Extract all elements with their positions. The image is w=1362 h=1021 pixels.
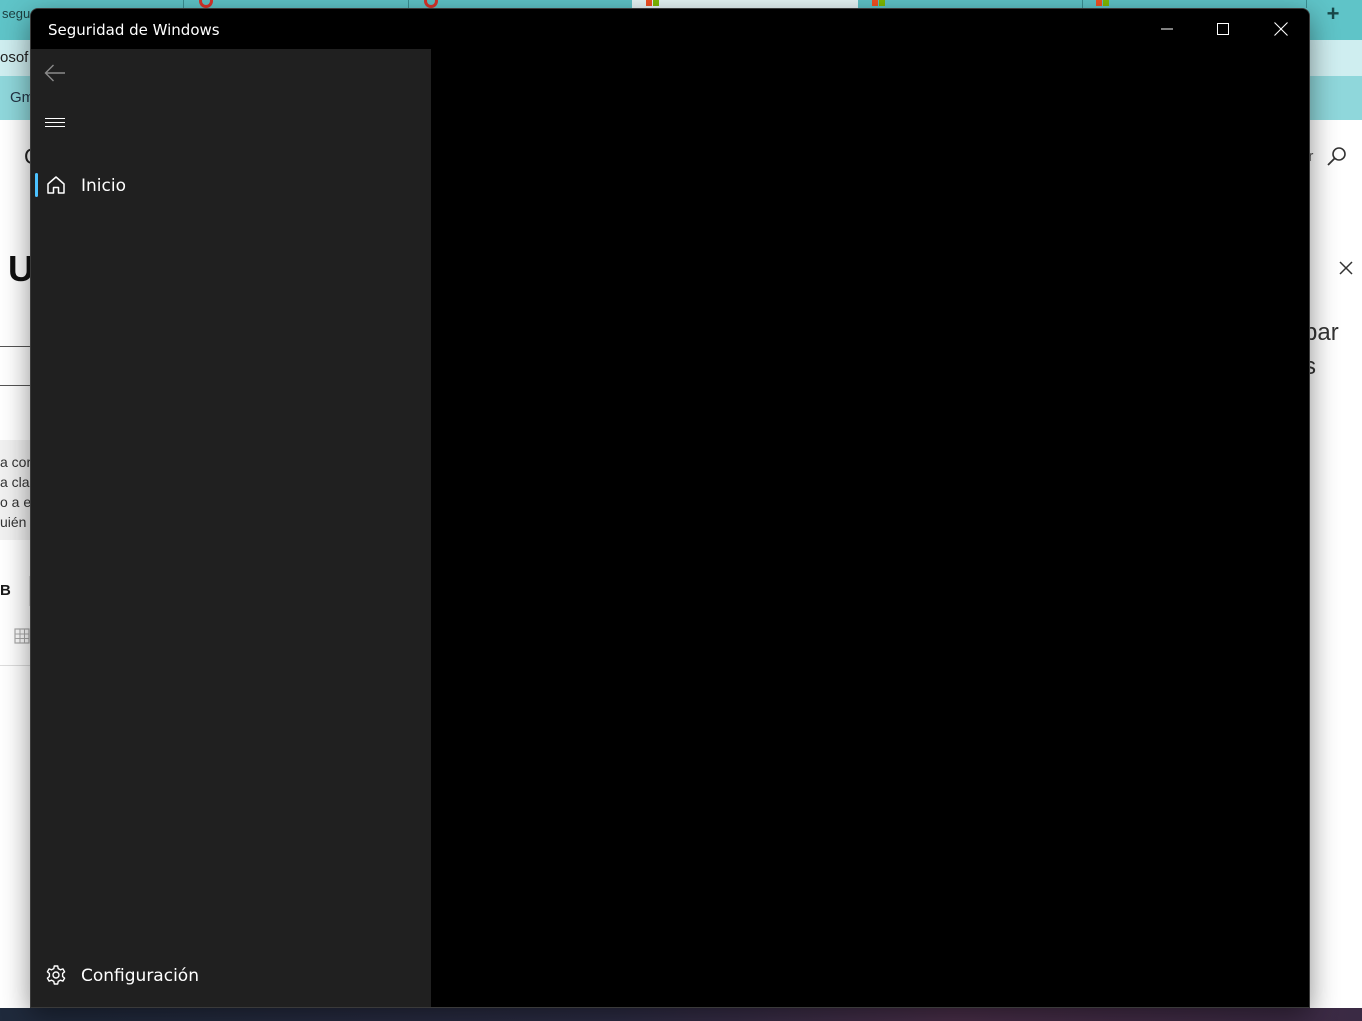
back-arrow-icon: [44, 64, 65, 82]
divider: [0, 346, 30, 347]
browser-tab-label: segu: [2, 6, 31, 21]
opera-favicon-icon: [199, 0, 213, 8]
nav-item-label: Configuración: [81, 966, 199, 986]
paragraph-line: a cla: [0, 474, 30, 490]
paragraph-line: o a e: [0, 494, 30, 510]
table-icon[interactable]: [14, 628, 30, 644]
close-icon: [1274, 22, 1288, 36]
paragraph-fragment: a cor a cla o a e uién: [0, 440, 30, 540]
opera-favicon-icon: [424, 0, 438, 8]
home-icon: [47, 176, 65, 194]
tab-separator: [1306, 0, 1307, 8]
taskbar: [0, 1008, 1362, 1021]
nav-item-home[interactable]: Inicio: [35, 165, 425, 205]
close-icon[interactable]: [1338, 260, 1354, 276]
window-title: Seguridad de Windows: [48, 21, 220, 39]
browser-tab[interactable]: [408, 0, 632, 8]
divider: [0, 385, 30, 386]
windows-security-window: Seguridad de Windows Inicio Configuració…: [30, 8, 1310, 1008]
browser-tab[interactable]: [858, 0, 1082, 8]
content-pane: [431, 49, 1309, 1007]
nav-item-settings[interactable]: Configuración: [35, 955, 425, 995]
menu-button[interactable]: [35, 104, 75, 144]
divider: [0, 665, 30, 666]
bold-button[interactable]: B: [0, 576, 30, 606]
microsoft-favicon-icon: [1096, 0, 1110, 8]
maximize-icon: [1217, 23, 1229, 35]
maximize-button[interactable]: [1195, 9, 1251, 49]
browser-tab[interactable]: [1082, 0, 1306, 8]
microsoft-favicon-icon: [872, 0, 886, 8]
gear-icon: [46, 965, 66, 985]
browser-tab[interactable]: [183, 0, 408, 8]
minimize-button[interactable]: [1139, 9, 1195, 49]
microsoft-favicon-icon: [646, 0, 660, 8]
search-icon[interactable]: [1326, 146, 1348, 168]
close-button[interactable]: [1253, 9, 1309, 49]
hamburger-menu-icon: [45, 117, 65, 128]
address-text: osof: [0, 49, 29, 66]
browser-tab[interactable]: segu: [0, 0, 183, 21]
back-button[interactable]: [35, 53, 75, 93]
minimize-icon: [1161, 28, 1173, 30]
paragraph-line: uién: [0, 514, 27, 530]
navigation-pane: Inicio Configuración: [31, 49, 431, 1007]
paragraph-line: a cor: [0, 454, 30, 470]
title-bar[interactable]: Seguridad de Windows: [31, 9, 1309, 49]
new-tab-plus-icon[interactable]: +: [1318, 2, 1348, 26]
nav-item-label: Inicio: [81, 176, 126, 196]
browser-tab-active[interactable]: [632, 0, 858, 8]
selection-indicator: [35, 173, 38, 197]
